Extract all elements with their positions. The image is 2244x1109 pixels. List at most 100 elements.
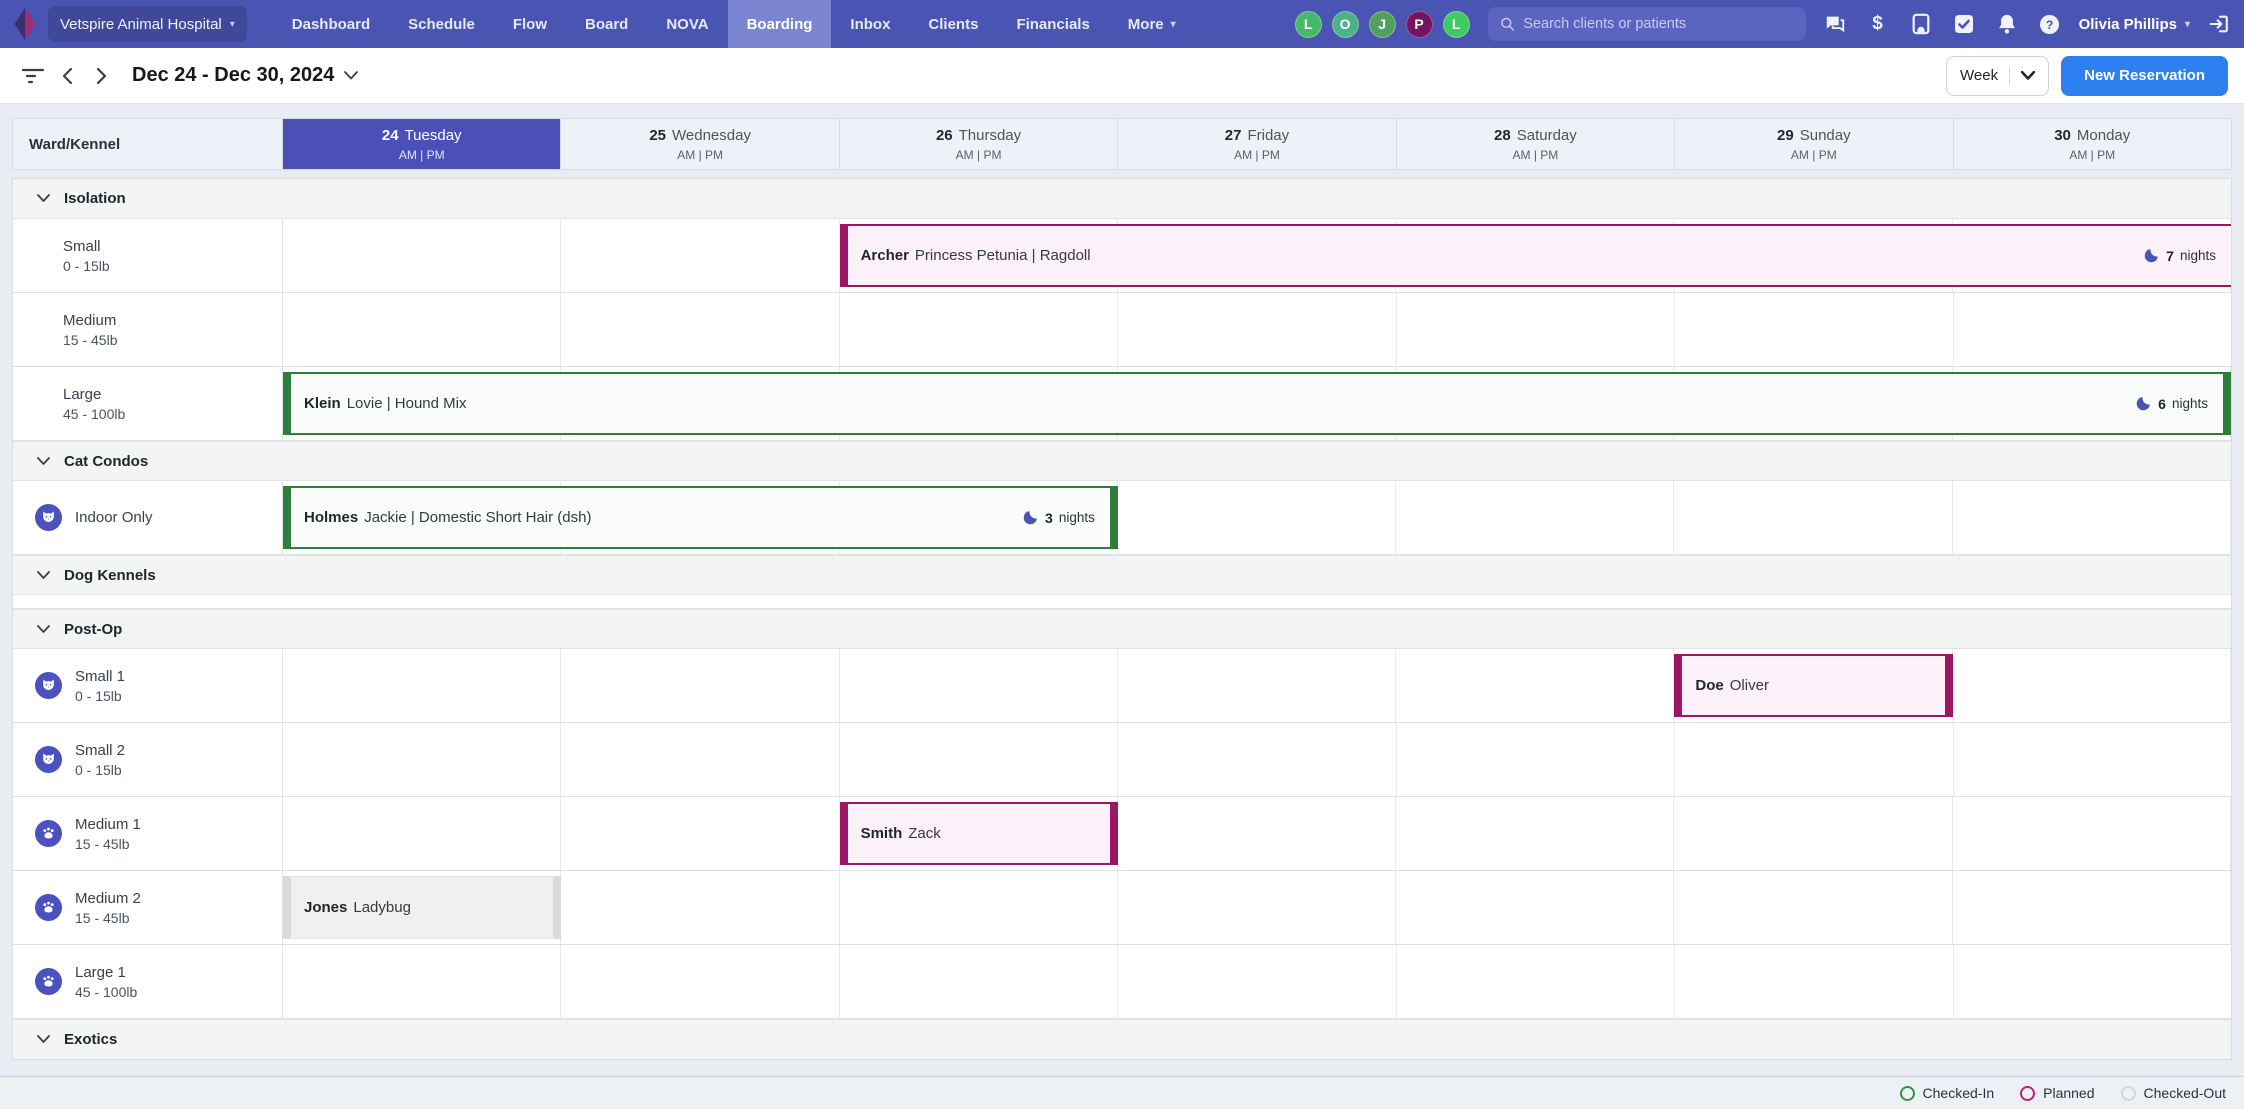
day-cell[interactable]	[1675, 723, 1953, 796]
day-cell[interactable]	[840, 293, 1118, 366]
new-reservation-button[interactable]: New Reservation	[2061, 56, 2228, 96]
day-cell[interactable]	[1674, 797, 1952, 870]
day-cell[interactable]	[840, 649, 1118, 722]
day-cell[interactable]	[1118, 945, 1396, 1018]
day-cell[interactable]	[840, 871, 1118, 944]
reservation-bar-doe[interactable]: Doe Oliver	[1674, 654, 1952, 717]
user-menu[interactable]: Olivia Phillips ▾	[2079, 16, 2190, 33]
logout-icon[interactable]	[2208, 13, 2230, 35]
day-cell[interactable]	[1675, 945, 1953, 1018]
notifications-icon[interactable]	[1996, 13, 2018, 35]
chevron-down-icon[interactable]	[344, 71, 358, 80]
day-cell[interactable]	[1953, 649, 2231, 722]
day-cell[interactable]	[1396, 481, 1674, 554]
day-cell[interactable]	[1397, 723, 1675, 796]
day-header-tuesday[interactable]: 24Tuesday AM | PM	[283, 119, 561, 169]
prev-week-button[interactable]	[50, 59, 84, 93]
day-cell[interactable]	[840, 945, 1118, 1018]
section-header-post-op[interactable]: Post-Op	[13, 609, 2231, 649]
nav-item-flow[interactable]: Flow	[494, 0, 566, 48]
reservation-bar-holmes[interactable]: Holmes Jackie | Domestic Short Hair (dsh…	[283, 486, 1118, 549]
day-cell[interactable]	[561, 723, 839, 796]
avatar[interactable]: P	[1406, 11, 1433, 38]
day-cell[interactable]	[1953, 481, 2231, 554]
day-header-sunday[interactable]: 29Sunday AM | PM	[1675, 119, 1953, 169]
day-cell[interactable]	[1397, 293, 1675, 366]
nav-item-board[interactable]: Board	[566, 0, 647, 48]
day-cell[interactable]	[1118, 293, 1396, 366]
nav-item-financials[interactable]: Financials	[997, 0, 1108, 48]
avatar[interactable]: O	[1332, 11, 1359, 38]
search-icon	[1500, 16, 1515, 32]
day-cell[interactable]	[1674, 481, 1952, 554]
day-cell[interactable]	[1674, 871, 1952, 944]
avatar[interactable]: L	[1443, 11, 1470, 38]
view-mode-select[interactable]: Week	[1946, 56, 2049, 96]
reservation-bar-smith[interactable]: Smith Zack	[840, 802, 1118, 865]
search-input[interactable]	[1523, 16, 1793, 32]
day-cell[interactable]	[561, 219, 839, 292]
day-header-friday[interactable]: 27Friday AM | PM	[1118, 119, 1396, 169]
day-cell[interactable]	[1953, 871, 2231, 944]
day-cell[interactable]	[561, 945, 839, 1018]
avatar[interactable]: J	[1369, 11, 1396, 38]
day-cell[interactable]	[1118, 649, 1396, 722]
device-icon[interactable]	[1910, 13, 1932, 35]
nav-item-boarding[interactable]: Boarding	[728, 0, 832, 48]
nav-item-dashboard[interactable]: Dashboard	[273, 0, 389, 48]
day-cell[interactable]	[1954, 945, 2231, 1018]
day-cell[interactable]	[283, 797, 561, 870]
section-header-dog-kennels[interactable]: Dog Kennels	[13, 555, 2231, 595]
section-header-cat-condos[interactable]: Cat Condos	[13, 441, 2231, 481]
day-header-wednesday[interactable]: 25Wednesday AM | PM	[561, 119, 839, 169]
next-week-button[interactable]	[84, 59, 118, 93]
avatar[interactable]: L	[1295, 11, 1322, 38]
day-cell[interactable]	[1118, 871, 1396, 944]
cat-icon	[35, 504, 62, 531]
nav-item-inbox[interactable]: Inbox	[831, 0, 909, 48]
reservation-bar-klein[interactable]: Klein Lovie | Hound Mix 6 nights	[283, 372, 2231, 435]
staff-avatars: L O J P L	[1295, 11, 1470, 38]
day-cell[interactable]	[561, 649, 839, 722]
day-cell[interactable]	[1118, 481, 1396, 554]
day-cell[interactable]	[1397, 945, 1675, 1018]
day-cell[interactable]	[283, 293, 561, 366]
day-cell[interactable]	[283, 649, 561, 722]
messages-icon[interactable]	[1824, 13, 1846, 35]
brand[interactable]: Vetspire Animal Hospital ▾	[12, 6, 247, 42]
day-header-monday[interactable]: 30Monday AM | PM	[1954, 119, 2231, 169]
day-cell[interactable]	[561, 797, 839, 870]
billing-icon[interactable]: $	[1867, 13, 1889, 35]
nav-item-clients[interactable]: Clients	[909, 0, 997, 48]
reservation-bar-jones[interactable]: Jones Ladybug	[283, 876, 561, 939]
section-header-exotics[interactable]: Exotics	[13, 1019, 2231, 1059]
filter-button[interactable]	[16, 59, 50, 93]
day-cell[interactable]	[561, 293, 839, 366]
day-cell[interactable]	[1675, 293, 1953, 366]
nav-item-nova[interactable]: NOVA	[647, 0, 727, 48]
day-cell[interactable]	[1954, 723, 2231, 796]
section-header-isolation[interactable]: Isolation	[13, 179, 2231, 219]
day-cell[interactable]	[1396, 649, 1674, 722]
tasks-icon[interactable]	[1953, 13, 1975, 35]
nav-item-more[interactable]: More▾	[1109, 0, 1195, 48]
reservation-bar-archer[interactable]: Archer Princess Petunia | Ragdoll 7 nigh…	[840, 224, 2231, 287]
date-range-title[interactable]: Dec 24 - Dec 30, 2024	[132, 64, 334, 87]
clinic-selector[interactable]: Vetspire Animal Hospital ▾	[48, 6, 247, 42]
day-cell[interactable]	[283, 219, 561, 292]
day-cell[interactable]	[840, 723, 1118, 796]
day-cell[interactable]	[1118, 723, 1396, 796]
help-icon[interactable]: ?	[2039, 13, 2061, 35]
day-cell[interactable]	[1396, 871, 1674, 944]
global-search[interactable]	[1488, 7, 1806, 41]
day-cell[interactable]	[1954, 293, 2231, 366]
day-cell[interactable]	[1396, 797, 1674, 870]
day-cell[interactable]	[1118, 797, 1396, 870]
day-cell[interactable]	[283, 723, 561, 796]
day-header-thursday[interactable]: 26Thursday AM | PM	[840, 119, 1118, 169]
day-cell[interactable]	[283, 945, 561, 1018]
day-cell[interactable]	[1953, 797, 2231, 870]
nav-item-schedule[interactable]: Schedule	[389, 0, 494, 48]
day-header-saturday[interactable]: 28Saturday AM | PM	[1397, 119, 1675, 169]
day-cell[interactable]	[561, 871, 839, 944]
